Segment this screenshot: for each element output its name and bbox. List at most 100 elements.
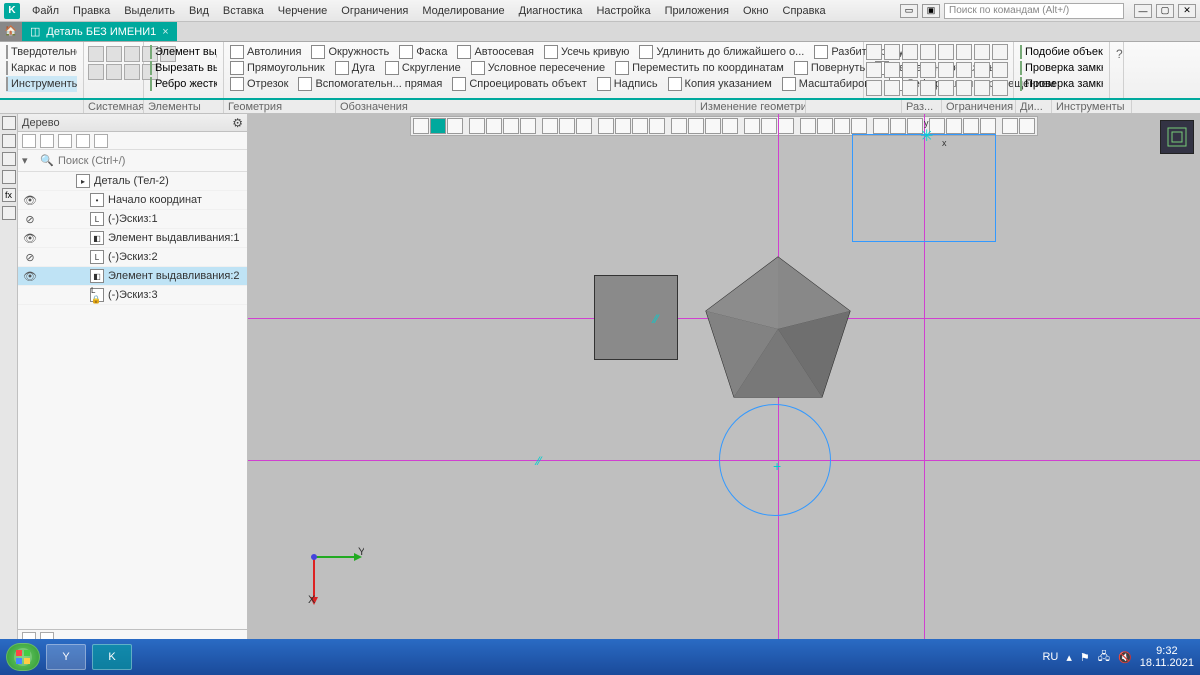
constraint-icon[interactable] xyxy=(938,62,954,78)
cmd-trim[interactable]: Усечь кривую xyxy=(544,45,629,59)
constraint-icon[interactable] xyxy=(920,62,936,78)
vp-tool-icon[interactable] xyxy=(486,118,502,134)
vp-tool-icon[interactable] xyxy=(963,118,979,134)
cmd-fillet[interactable]: Скругление xyxy=(385,61,461,75)
tree-item[interactable]: 👁 ◧ Элемент выдавливания:2 xyxy=(18,267,247,286)
vp-tool-icon[interactable] xyxy=(722,118,738,134)
constraint-icon[interactable] xyxy=(866,44,882,60)
cmd-copy[interactable]: Копия указанием xyxy=(668,77,772,91)
cmd-rib[interactable]: Ребро жесткости xyxy=(150,76,217,92)
close-button[interactable]: ✕ xyxy=(1178,4,1196,18)
vp-tool-icon[interactable] xyxy=(817,118,833,134)
menu-modeling[interactable]: Моделирование xyxy=(416,3,510,19)
cmd-move[interactable]: Переместить по координатам xyxy=(615,61,784,75)
vp-tool-icon[interactable] xyxy=(632,118,648,134)
sys-icon[interactable] xyxy=(106,64,122,80)
vp-tool-icon[interactable] xyxy=(980,118,996,134)
cmd-autoaxis[interactable]: Автоосевая xyxy=(457,45,534,59)
constraint-icon[interactable] xyxy=(956,62,972,78)
menu-diagnostics[interactable]: Диагностика xyxy=(513,3,589,19)
cmd-chamfer[interactable]: Фаска xyxy=(399,45,447,59)
constraint-icon[interactable] xyxy=(920,80,936,96)
vp-tool-icon[interactable] xyxy=(520,118,536,134)
constraint-icon[interactable] xyxy=(992,62,1008,78)
rail-icon[interactable] xyxy=(2,116,16,130)
view-cube[interactable] xyxy=(1160,120,1194,154)
constraint-icon[interactable] xyxy=(956,44,972,60)
start-button[interactable] xyxy=(6,643,40,671)
constraint-icon[interactable] xyxy=(884,44,900,60)
menu-file[interactable]: Файл xyxy=(26,3,65,19)
constraint-icon[interactable] xyxy=(938,44,954,60)
vp-tool-icon[interactable] xyxy=(447,118,463,134)
cmd-segment[interactable]: Отрезок xyxy=(230,77,288,91)
cmd-offset[interactable]: Подобие объекта xyxy=(1020,44,1103,60)
visibility-toggle[interactable]: ⊘ xyxy=(22,251,38,264)
cmd-check1[interactable]: Проверка замкнутости д... xyxy=(1020,60,1103,76)
menu-insert[interactable]: Вставка xyxy=(217,3,270,19)
task-browser[interactable]: Y xyxy=(46,644,86,670)
rail-icon[interactable] xyxy=(2,134,16,148)
constraint-icon[interactable] xyxy=(866,80,882,96)
constraint-icon[interactable] xyxy=(884,80,900,96)
cmd-rotate[interactable]: Повернуть xyxy=(794,61,865,75)
vp-tool-icon[interactable] xyxy=(576,118,592,134)
vp-tool-icon[interactable] xyxy=(1002,118,1018,134)
vp-tool-icon[interactable] xyxy=(413,118,429,134)
rail-icon[interactable] xyxy=(2,206,16,220)
tray-flag-icon[interactable]: ▴ xyxy=(1066,651,1072,664)
constraint-icon[interactable] xyxy=(902,80,918,96)
vp-tool-icon[interactable] xyxy=(705,118,721,134)
tree-settings-icon[interactable]: ⚙ xyxy=(232,116,243,130)
cmd-arc[interactable]: Дуга xyxy=(335,61,375,75)
constraint-icon[interactable] xyxy=(884,62,900,78)
tray-clock[interactable]: 9:32 18.11.2021 xyxy=(1140,645,1194,669)
tree-tb-icon[interactable] xyxy=(22,134,36,148)
menu-view[interactable]: Вид xyxy=(183,3,215,19)
tree-tb-icon[interactable] xyxy=(40,134,54,148)
cmd-aux-line[interactable]: Вспомогательн... прямая xyxy=(298,77,442,91)
vp-tool-icon[interactable] xyxy=(778,118,794,134)
vp-tool-icon[interactable] xyxy=(744,118,760,134)
tree-tb-icon[interactable] xyxy=(94,134,108,148)
document-tab-close[interactable]: × xyxy=(162,26,168,38)
vp-tool-icon[interactable] xyxy=(615,118,631,134)
rail-fx-icon[interactable]: fx xyxy=(2,188,16,202)
menu-edit[interactable]: Правка xyxy=(67,3,116,19)
sys-icon[interactable] xyxy=(88,64,104,80)
constraint-icon[interactable] xyxy=(974,62,990,78)
task-kompas[interactable]: K xyxy=(92,644,132,670)
tree-search-input[interactable] xyxy=(58,155,243,167)
visibility-toggle[interactable]: ⊘ xyxy=(22,213,38,226)
tree-tb-icon[interactable] xyxy=(76,134,90,148)
cmd-autoline[interactable]: Автолиния xyxy=(230,45,301,59)
vp-tool-icon[interactable] xyxy=(598,118,614,134)
tray-action-icon[interactable]: ⚑ xyxy=(1080,651,1090,664)
tree-item[interactable]: ⊘ L (-)Эскиз:2 xyxy=(18,248,247,267)
vp-tool-icon[interactable] xyxy=(873,118,889,134)
cmd-cond[interactable]: Условное пересечение xyxy=(471,61,605,75)
rail-icon[interactable] xyxy=(2,170,16,184)
constraint-icon[interactable] xyxy=(920,44,936,60)
cmd-check2[interactable]: Проверка замкнутости о... xyxy=(1020,76,1103,92)
mode-solid[interactable]: Твердотельное моделирование xyxy=(6,44,77,60)
tray-lang[interactable]: RU xyxy=(1042,651,1058,663)
cmd-circle[interactable]: Окружность xyxy=(311,45,389,59)
vp-tool-icon[interactable] xyxy=(559,118,575,134)
constraint-icon[interactable] xyxy=(902,44,918,60)
constraint-icon[interactable] xyxy=(866,62,882,78)
sys-icon[interactable] xyxy=(106,46,122,62)
vp-tool-icon[interactable] xyxy=(649,118,665,134)
command-search[interactable]: Поиск по командам (Alt+/) xyxy=(944,3,1124,19)
menu-drawing[interactable]: Черчение xyxy=(272,3,334,19)
constraint-icon[interactable] xyxy=(974,44,990,60)
menu-apps[interactable]: Приложения xyxy=(659,3,735,19)
vp-tool-icon[interactable] xyxy=(503,118,519,134)
vp-tool-icon[interactable] xyxy=(800,118,816,134)
visibility-toggle[interactable]: 👁 xyxy=(22,270,38,283)
constraint-icon[interactable] xyxy=(992,44,1008,60)
tree-item[interactable]: ⊘ L (-)Эскиз:1 xyxy=(18,210,247,229)
cmd-extrude[interactable]: Элемент выдавливания xyxy=(150,44,217,60)
mode-surface[interactable]: Каркас и поверхности xyxy=(6,60,77,76)
sys-icon[interactable] xyxy=(124,46,140,62)
